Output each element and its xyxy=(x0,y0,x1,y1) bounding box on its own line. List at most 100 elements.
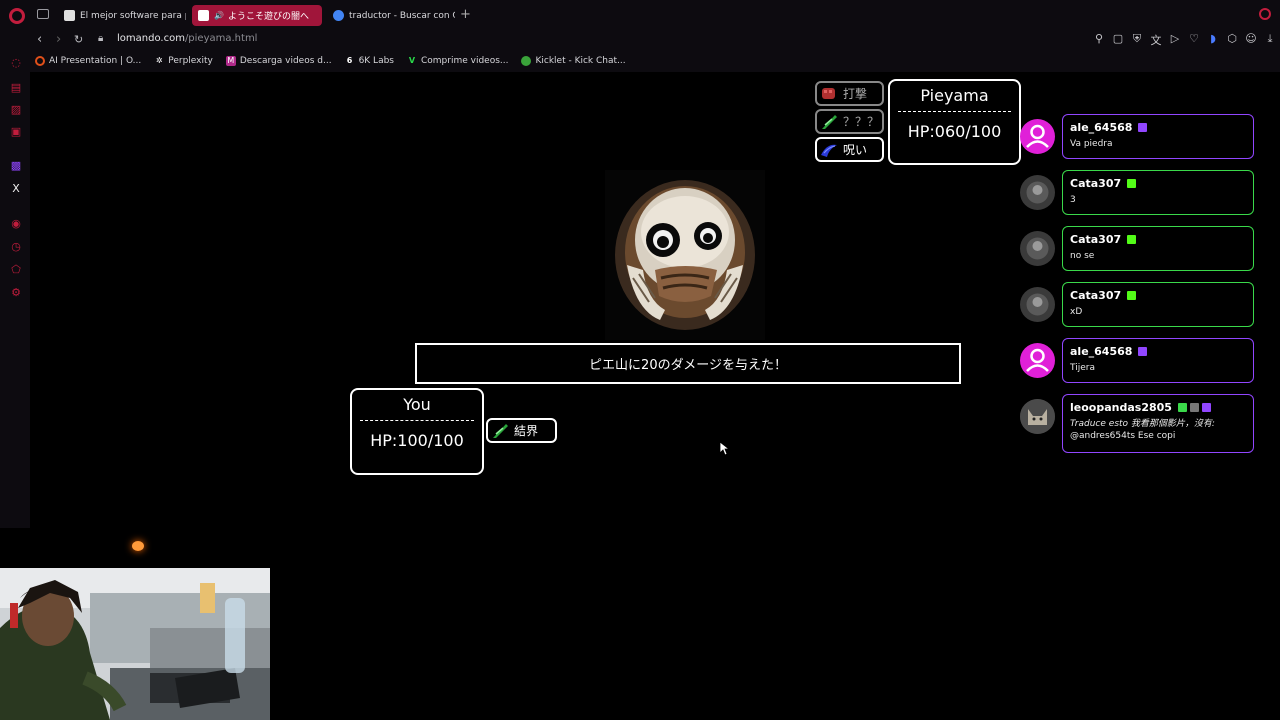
lamp-glow xyxy=(132,541,144,551)
tab-overview-icon[interactable] xyxy=(37,9,49,19)
chat-text: Tijera xyxy=(1070,363,1095,373)
chat-bubble: ale_64568 Tijera xyxy=(1062,338,1254,383)
user-avatar-icon xyxy=(1020,119,1055,154)
chat-username: leoopandas2805 xyxy=(1070,401,1172,414)
chat-text-italic: Traduce esto 我看那個影片，沒有: xyxy=(1070,419,1215,429)
extensions-icon[interactable]: ⬡ xyxy=(1226,32,1238,48)
user-avatar-icon xyxy=(1020,343,1055,378)
user-avatar-icon xyxy=(1020,231,1055,266)
chat-bubble: leoopandas2805 Traduce esto 我看那個影片，沒有: @a… xyxy=(1062,394,1254,453)
status-divider xyxy=(898,111,1011,112)
url-field[interactable]: lomando.com/pieyama.html xyxy=(117,33,257,44)
sidebar-stripes-icon[interactable]: ▨ xyxy=(10,104,22,116)
kick-badge-icon xyxy=(1127,291,1137,300)
bookmark-favicon-icon: V xyxy=(408,56,416,65)
bookmark-label: Kicklet - Kick Chat... xyxy=(535,56,626,66)
bookmark-label: Comprime videos... xyxy=(420,56,509,66)
sidebar-shop-icon[interactable]: ▤ xyxy=(10,82,22,94)
chat-username: ale_64568 xyxy=(1070,345,1133,358)
chat-username: ale_64568 xyxy=(1070,121,1133,134)
tab-2[interactable]: traductor - Buscar con Goo xyxy=(327,5,455,26)
bookmark-label: Perplexity xyxy=(168,56,213,66)
sub-badge-icon xyxy=(1189,403,1199,412)
chat-message: ale_64568 Va piedra xyxy=(1018,114,1258,160)
bookmark-favicon-icon: 6 xyxy=(346,56,353,65)
audio-icon[interactable]: 🔊 xyxy=(214,11,224,20)
game-viewport: 打撃 ？？？ 呪い Pieyama HP:060/100 ピエ山に20のダメージ… xyxy=(30,72,1021,528)
tab-search-icon[interactable] xyxy=(1259,8,1271,20)
enemy-skill-label: 打撃 xyxy=(843,87,868,101)
enemy-skill-curse[interactable]: 呪い xyxy=(815,137,884,162)
chat-text-block: Traduce esto 我看那個影片，沒有: @andres654ts Ese … xyxy=(1070,418,1246,442)
chat-text: 3 xyxy=(1070,195,1076,205)
user-avatar-icon xyxy=(1020,399,1055,434)
url-path: /pieyama.html xyxy=(184,33,258,44)
player-hp: HP:100/100 xyxy=(370,431,464,450)
enemy-skill-unknown[interactable]: ？？？ xyxy=(815,109,884,134)
chat-text: Va piedra xyxy=(1070,139,1113,149)
sidebar-aria-icon[interactable]: ◌ xyxy=(10,57,22,69)
bookmark-2[interactable]: M Descarga videos d... xyxy=(225,56,332,66)
address-bar: ‹ › ↻ 🔒︎ lomando.com/pieyama.html ⚲ ▢ ⛨ … xyxy=(0,30,1280,50)
download-icon[interactable]: ⤓ xyxy=(1264,32,1276,48)
bookmark-5[interactable]: Kicklet - Kick Chat... xyxy=(521,56,626,66)
play-icon[interactable]: ▷ xyxy=(1169,32,1181,48)
sidebar-x-icon[interactable]: X xyxy=(10,183,22,195)
bookmark-favicon-icon xyxy=(35,56,45,66)
chat-text: no se xyxy=(1070,251,1095,261)
bookmark-4[interactable]: V Comprime videos... xyxy=(407,56,509,66)
sidebar-history-icon[interactable]: ◷ xyxy=(10,241,22,253)
opera-logo-icon[interactable] xyxy=(9,8,25,24)
lock-icon[interactable]: 🔒︎ xyxy=(98,33,103,44)
tab-0[interactable]: El mejor software para pote xyxy=(58,5,186,26)
chat-message: leoopandas2805 Traduce esto 我看那個影片，沒有: @a… xyxy=(1018,394,1258,454)
webcam-feed xyxy=(0,568,270,720)
new-tab-icon[interactable]: + xyxy=(460,7,471,22)
bookmark-3[interactable]: 6 6K Labs xyxy=(345,56,394,66)
enemy-name: Pieyama xyxy=(920,86,989,105)
enemy-sprite xyxy=(605,170,765,340)
shield-icon[interactable]: ⛨ xyxy=(1131,32,1143,48)
toolbar-icons: ⚲ ▢ ⛨ 文 ▷ ♡ ◗ ⬡ ☺ ⤓ xyxy=(1093,32,1280,48)
translate-icon[interactable]: 文 xyxy=(1150,32,1162,48)
chat-message: Cata307 no se xyxy=(1018,226,1258,272)
chat-message: Cata307 xD xyxy=(1018,282,1258,328)
chat-message: Cata307 3 xyxy=(1018,170,1258,216)
player-skill-barrier[interactable]: 結界 xyxy=(486,418,557,443)
bookmark-1[interactable]: ✲ Perplexity xyxy=(154,56,213,66)
enemy-status-panel: Pieyama HP:060/100 xyxy=(888,79,1021,165)
tab-1[interactable]: 🔊 ようこそ遊びの闇へ xyxy=(192,5,322,26)
tab-favicon-icon xyxy=(333,10,344,21)
enemy-skill-strike[interactable]: 打撃 xyxy=(815,81,884,106)
feather-icon xyxy=(822,114,837,129)
tab-favicon-icon xyxy=(64,10,75,21)
tab-label: traductor - Buscar con Goo xyxy=(349,10,455,21)
sidebar-twitch-icon[interactable]: ▩ xyxy=(10,160,22,172)
battle-message-box: ピエ山に20のダメージを与えた！ xyxy=(415,343,961,384)
enemy-hp: HP:060/100 xyxy=(907,122,1002,141)
back-icon[interactable]: ‹ xyxy=(37,32,42,47)
kick-badge-icon xyxy=(1127,235,1137,244)
sidebar: ◌ ▤ ▨ ▣ ▩ X ◉ ◷ ⬠ ⚙ xyxy=(0,50,30,528)
tab-label: El mejor software para pote xyxy=(80,10,186,21)
pin-icon[interactable]: ⚲ xyxy=(1093,32,1105,48)
sidebar-extensions-icon[interactable]: ⬠ xyxy=(10,264,22,276)
sidebar-player-icon[interactable]: ▣ xyxy=(10,126,22,138)
bookmark-0[interactable]: AI Presentation | O... xyxy=(35,56,141,66)
profile-icon[interactable]: ☺ xyxy=(1245,32,1257,48)
verified-badge-icon xyxy=(1177,403,1187,412)
reload-icon[interactable]: ↻ xyxy=(74,33,83,46)
chat-bubble: ale_64568 Va piedra xyxy=(1062,114,1254,159)
sidebar-settings-icon[interactable]: ⚙ xyxy=(10,287,22,299)
mouse-cursor-icon xyxy=(720,442,730,456)
chat-username: Cata307 xyxy=(1070,289,1122,302)
forward-icon[interactable]: › xyxy=(56,32,61,47)
sidebar-play-icon[interactable]: ◉ xyxy=(10,218,22,230)
broadcast-icon[interactable]: ◗ xyxy=(1207,32,1219,48)
webcam-image xyxy=(0,568,270,720)
user-avatar-icon xyxy=(1020,287,1055,322)
bookmarks-bar: AI Presentation | O... ✲ Perplexity M De… xyxy=(30,50,1280,72)
status-divider xyxy=(360,420,474,421)
snapshot-icon[interactable]: ▢ xyxy=(1112,32,1124,48)
heart-icon[interactable]: ♡ xyxy=(1188,32,1200,48)
